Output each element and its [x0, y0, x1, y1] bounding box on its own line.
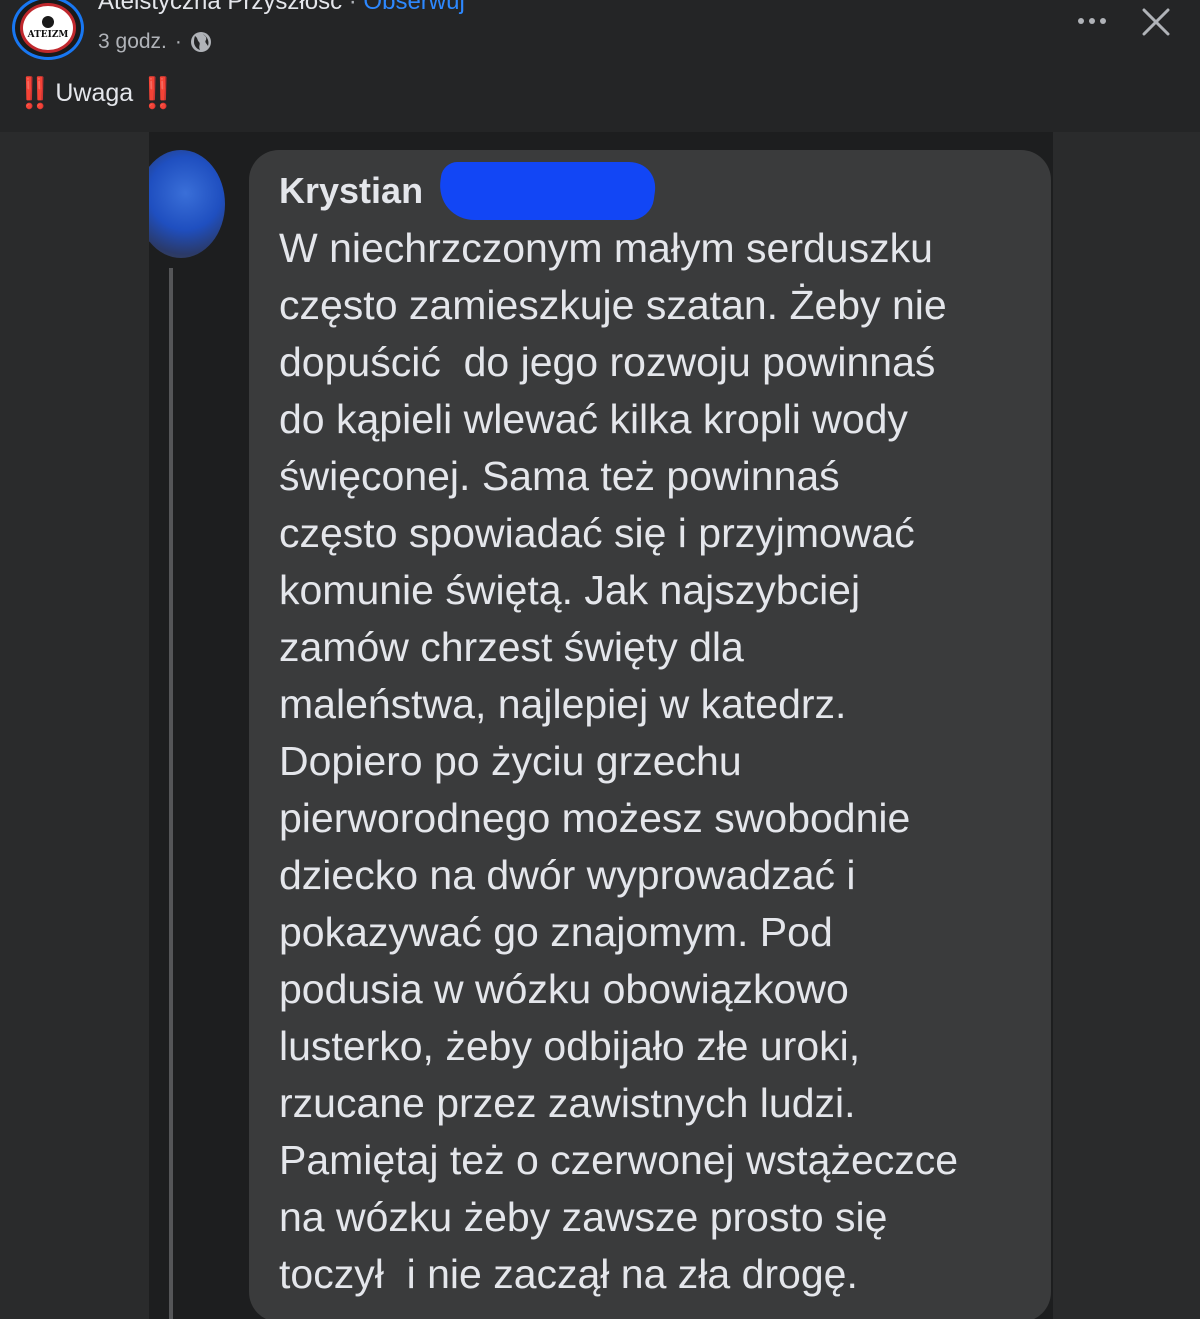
page-logo: ATEIZM: [20, 3, 76, 53]
comment-line: na wózku żeby zawsze prosto się: [279, 1194, 888, 1240]
page-logo-text: ATEIZM: [27, 30, 69, 40]
comment-line: pokazywać go znajomym. Pod: [279, 909, 833, 955]
comment-line: Pamiętaj też o czerwonej wstążeczce: [279, 1137, 959, 1183]
comment-line: rzucane przez zawistnych ludzi.: [279, 1080, 856, 1126]
comment-line: często zamieszkuje szatan. Żeby nie: [279, 282, 947, 328]
meta-separator: ·: [174, 30, 182, 53]
comment-line: W niechrzczonym małym serduszku: [279, 225, 933, 271]
follow-button[interactable]: Obserwuj: [363, 0, 464, 15]
comment-text: W niechrzczonym małym serduszku często za…: [279, 220, 958, 1303]
post-message: Uwaga: [55, 79, 134, 107]
double-exclamation-emoji: ‼️: [139, 76, 176, 111]
globe-icon[interactable]: [190, 31, 212, 53]
comment-line: toczył i nie zaczął na zła drogę.: [279, 1251, 858, 1297]
title-separator: ·: [348, 0, 357, 15]
comment-line: do kąpieli wlewać kilka kropli wody: [279, 396, 908, 442]
comment-line: komunie świętą. Jak najszybciej: [279, 567, 861, 613]
comment-line: zamów chrzest święty dla: [279, 624, 744, 670]
logo-emblem-icon: [42, 16, 54, 28]
post-title-line: Ateistyczna Przyszłośc · Obserwuj: [98, 0, 465, 16]
post-text: ‼️ Uwaga ‼️: [16, 76, 177, 111]
post-meta: 3 godz. ·: [98, 30, 212, 54]
commenter-name: Krystian: [279, 170, 424, 211]
post-header: ATEIZM Ateistyczna Przyszłośc · Obserwuj…: [0, 0, 1200, 132]
thread-line: [169, 268, 173, 1319]
post-time[interactable]: 3 godz.: [98, 30, 167, 54]
comment-line: często spowiadać się i przyjmować: [279, 510, 915, 556]
page-name[interactable]: Ateistyczna Przyszłośc: [98, 0, 342, 15]
comment-line: lusterko, żeby odbijało złe uroki,: [279, 1023, 861, 1069]
post-media[interactable]: Krystian W niechrzczonym małym serduszku…: [0, 132, 1200, 1319]
commenter-avatar: [149, 150, 225, 258]
comment-line: pierworodnego możesz swobodnie: [279, 795, 911, 841]
double-exclamation-emoji: ‼️: [16, 76, 53, 111]
close-icon[interactable]: [1138, 4, 1174, 40]
comment-line: podusia w wózku obowiązkowo: [279, 966, 849, 1012]
comment-line: Dopiero po życiu grzechu: [279, 738, 742, 784]
comment-line: maleństwa, najlepiej w katedrz.: [279, 681, 847, 727]
more-options-icon[interactable]: [1074, 6, 1110, 36]
comment-line: dziecko na dwór wyprowadzać i: [279, 852, 856, 898]
comment-line: dopuścić do jego rozwoju powinnaś: [279, 339, 936, 385]
comment-line: święconej. Sama też powinnaś: [279, 453, 840, 499]
comment-screenshot: Krystian W niechrzczonym małym serduszku…: [149, 132, 1053, 1319]
redaction-scribble: [434, 162, 660, 220]
page-avatar[interactable]: ATEIZM: [12, 0, 84, 60]
comment-bubble: Krystian W niechrzczonym małym serduszku…: [249, 150, 1051, 1319]
